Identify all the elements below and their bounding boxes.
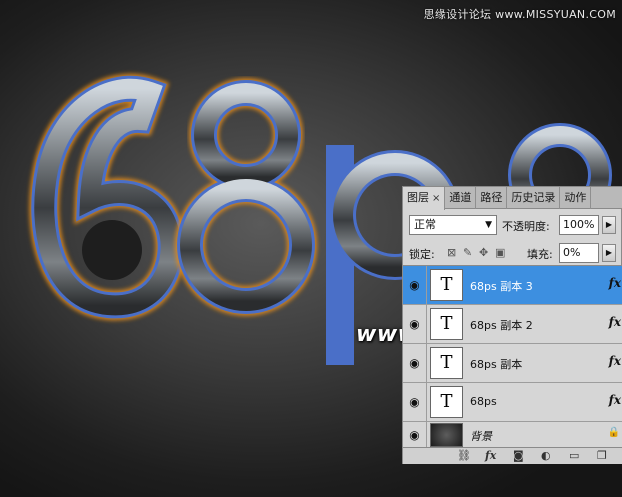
glyph-8	[175, 78, 317, 316]
layer-row[interactable]: ◉ T 68ps 副本 2 fx	[403, 305, 622, 344]
lock-pixels-icon[interactable]: ✎	[463, 246, 472, 259]
close-icon[interactable]: ×	[432, 193, 440, 204]
opacity-slider-button[interactable]: ▶	[602, 216, 616, 234]
chevron-down-icon: ▼	[485, 220, 492, 230]
tab-channels-label: 通道	[449, 191, 472, 204]
lock-row: 锁定: ⊠ ✎ ✥ ▣ 填充: 0% ▶	[409, 243, 617, 263]
watermark-top: 思缘设计论坛 www.MISSYUAN.COM	[423, 8, 616, 21]
tab-history-label: 历史记录	[511, 191, 556, 204]
layer-list: ◉ T 68ps 副本 3 fx ◉ T 68ps 副本 2 fx ◉ T 68…	[403, 265, 622, 448]
eye-icon[interactable]: ◉	[403, 383, 427, 421]
blend-row: 正常 ▼ 不透明度: 100% ▶	[409, 215, 617, 235]
layer-name: 68ps 副本 3	[470, 280, 533, 293]
layer-name: 68ps 副本	[470, 358, 523, 371]
layer-thumbnail	[430, 423, 463, 447]
tab-layers-label: 图层	[407, 191, 429, 204]
layer-row[interactable]: ◉ T 68ps 副本 3 fx	[403, 266, 622, 305]
opacity-input[interactable]: 100%	[559, 215, 599, 235]
layer-name: 68ps	[470, 395, 497, 408]
glyph-6	[29, 73, 186, 321]
panel-bottom-bar: ⛓ fx ◙ ◐ ▭ ❐	[403, 447, 622, 464]
tab-layers[interactable]: 图层 ×	[403, 187, 446, 210]
tab-actions[interactable]: 动作	[560, 187, 592, 209]
lock-position-icon[interactable]: ✥	[479, 246, 488, 259]
layer-name: 68ps 副本 2	[470, 319, 533, 332]
link-icon[interactable]: ⛓	[457, 449, 471, 462]
lock-label: 锁定:	[409, 248, 435, 261]
layer-row[interactable]: ◉ T 68ps fx	[403, 383, 622, 422]
eye-icon[interactable]: ◉	[403, 344, 427, 382]
lock-all-icon[interactable]: ▣	[495, 246, 505, 259]
layers-panel: 图层 × 通道 路径 历史记录 动作 正常 ▼ 不透明度: 100% ▶ 锁定: …	[402, 186, 622, 464]
layer-row[interactable]: ◉ T 68ps 副本 fx	[403, 344, 622, 383]
folder-icon[interactable]: ▭	[569, 449, 579, 462]
layer-thumbnail: T	[430, 347, 463, 379]
fill-slider-button[interactable]: ▶	[602, 244, 616, 262]
adjustment-icon[interactable]: ◐	[541, 449, 551, 462]
fx-badge[interactable]: fx	[609, 354, 621, 368]
lock-icon: 🔒	[607, 427, 620, 438]
eye-icon[interactable]: ◉	[403, 422, 427, 448]
tab-history[interactable]: 历史记录	[507, 187, 561, 209]
new-layer-icon[interactable]: ❐	[597, 449, 607, 462]
blend-mode-select[interactable]: 正常 ▼	[409, 215, 497, 235]
mask-icon[interactable]: ◙	[513, 449, 524, 462]
eye-icon[interactable]: ◉	[403, 266, 427, 304]
eye-icon[interactable]: ◉	[403, 305, 427, 343]
fx-badge[interactable]: fx	[609, 276, 621, 290]
layer-name: 背景	[470, 430, 492, 443]
panel-tabs: 图层 × 通道 路径 历史记录 动作	[403, 187, 622, 210]
layer-thumbnail: T	[430, 386, 463, 418]
blend-mode-value: 正常	[414, 218, 436, 231]
layer-row-background[interactable]: ◉ 背景 🔒	[403, 422, 622, 448]
opacity-label: 不透明度:	[502, 220, 550, 233]
layer-thumbnail: T	[430, 269, 463, 301]
lock-transparency-icon[interactable]: ⊠	[447, 246, 456, 259]
fx-badge[interactable]: fx	[609, 393, 621, 407]
tab-paths-label: 路径	[480, 191, 503, 204]
fx-icon[interactable]: fx	[485, 449, 496, 462]
fill-label: 填充:	[527, 248, 553, 261]
fx-badge[interactable]: fx	[609, 315, 621, 329]
layer-thumbnail: T	[430, 308, 463, 340]
fill-input[interactable]: 0%	[559, 243, 599, 263]
tab-channels[interactable]: 通道	[445, 187, 477, 209]
tab-actions-label: 动作	[564, 191, 587, 204]
tab-paths[interactable]: 路径	[476, 187, 508, 209]
